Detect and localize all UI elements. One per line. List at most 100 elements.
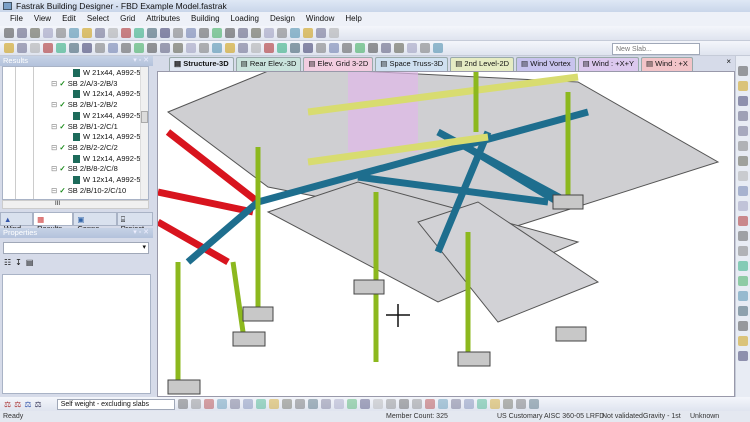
toolbar-button-icon[interactable] [4,28,14,38]
tree-section-node[interactable]: W 12x14, A992-50 [73,132,145,142]
property-pages-icon[interactable]: ▤ [26,258,34,267]
load-icon[interactable]: ⚖ [35,400,42,409]
toolbar-button-icon[interactable] [121,28,131,38]
toolbar-button-icon[interactable] [342,43,352,53]
bottom-toolbar-icon[interactable] [320,399,331,409]
right-toolbar-icon[interactable] [738,96,748,106]
toolbar-button-icon[interactable] [17,43,27,53]
toolbar-button-icon[interactable] [290,43,300,53]
properties-object-select[interactable]: ▾ [3,242,149,254]
tree-beam-node[interactable]: ⊟ ✓ SB 2/B/2-2/C/2 [51,143,118,153]
toolbar-button-icon[interactable] [121,43,131,53]
toolbar-button-icon[interactable] [173,43,183,53]
right-toolbar-icon[interactable] [738,201,748,211]
right-toolbar-icon[interactable] [738,291,748,301]
tab-view-1[interactable]: ▤ Rear Elev.-3D [235,57,302,71]
tab-view-6[interactable]: ▤ Wind : +X+Y [577,57,639,71]
tab-view-5[interactable]: ▤ Wind Vortex [516,57,576,71]
toolbar-button-icon[interactable] [329,43,339,53]
tree-beam-node[interactable]: ⊟ ✓ SB 2/B/10-2/C/10 [51,186,126,196]
bottom-toolbar-icon[interactable] [216,399,227,409]
menu-building[interactable]: Building [191,12,219,26]
toolbar-button-icon[interactable] [82,28,92,38]
toolbar-button-icon[interactable] [30,28,40,38]
alphabetical-icon[interactable]: ↧ [15,258,22,267]
toolbar-button-icon[interactable] [329,28,339,38]
toolbar-button-icon[interactable] [43,43,53,53]
tab-view-4[interactable]: ▤ 2nd Level-2D [450,57,515,71]
tree-section-node[interactable]: W 12x14, A992-50 [73,175,145,185]
toolbar-button-icon[interactable] [108,28,118,38]
bottom-toolbar-icon[interactable] [255,399,266,409]
bottom-toolbar-icon[interactable] [268,399,279,409]
collapse-icon[interactable]: ⊟ [51,122,57,131]
bottom-toolbar-icon[interactable] [424,399,435,409]
scroll-thumb[interactable]: III [55,201,60,207]
tab-wind[interactable]: ▲ Wind [0,212,34,233]
toolbar-button-icon[interactable] [251,43,261,53]
tab-project[interactable]: ⌸ Project [116,212,153,233]
toolbar-button-icon[interactable] [238,28,248,38]
toolbar-button-icon[interactable] [238,43,248,53]
menu-edit[interactable]: Edit [62,12,76,26]
bottom-toolbar-icon[interactable] [190,399,201,409]
bottom-toolbar-icon[interactable] [333,399,344,409]
toolbar-button-icon[interactable] [160,28,170,38]
toolbar-button-icon[interactable] [82,43,92,53]
collapse-icon[interactable]: ⊟ [51,164,57,173]
panel-controls[interactable]: ▾ ▫ ✕ [133,228,149,238]
toolbar-button-icon[interactable] [160,43,170,53]
toolbar-button-icon[interactable] [134,28,144,38]
3d-viewport[interactable] [157,71,735,397]
toolbar-button-icon[interactable] [212,43,222,53]
toolbar-button-icon[interactable] [316,28,326,38]
right-toolbar-icon[interactable] [738,111,748,121]
toolbar-button-icon[interactable] [95,28,105,38]
menu-grid[interactable]: Grid [120,12,135,26]
bottom-toolbar-icon[interactable] [437,399,448,409]
bottom-toolbar-icon[interactable] [346,399,357,409]
bottom-toolbar-icon[interactable] [476,399,487,409]
toolbar-button-icon[interactable] [69,43,79,53]
new-slab-dropdown[interactable]: New Slab... [612,43,700,55]
right-toolbar-icon[interactable] [738,336,748,346]
toolbar-button-icon[interactable] [186,43,196,53]
toolbar-button-icon[interactable] [56,43,66,53]
right-toolbar-icon[interactable] [738,216,748,226]
right-toolbar-icon[interactable] [738,186,748,196]
bottom-toolbar-icon[interactable] [242,399,253,409]
toolbar-button-icon[interactable] [108,43,118,53]
toolbar-button-icon[interactable] [251,28,261,38]
toolbar-button-icon[interactable] [17,28,27,38]
tree-horizontal-scrollbar[interactable]: III [2,200,149,209]
tab-view-0[interactable]: ▤ Structure-3D [169,57,234,71]
toolbar-button-icon[interactable] [394,43,404,53]
toolbar-button-icon[interactable] [30,43,40,53]
collapse-icon[interactable]: ⊟ [51,186,57,195]
toolbar-button-icon[interactable] [264,43,274,53]
toolbar-button-icon[interactable] [277,28,287,38]
tree-section-node[interactable]: W 21x44, A992-50 [73,111,145,121]
tree-section-node[interactable]: W 21x44, A992-50 [73,68,145,78]
toolbar-button-icon[interactable] [147,28,157,38]
toolbar-button-icon[interactable] [433,43,443,53]
bottom-toolbar-icon[interactable] [450,399,461,409]
bottom-toolbar-icon[interactable] [411,399,422,409]
tab-connections[interactable]: ▣ Conne... [73,212,117,233]
toolbar-button-icon[interactable] [186,28,196,38]
right-toolbar-icon[interactable] [738,351,748,361]
bottom-toolbar-icon[interactable] [359,399,370,409]
load-icon[interactable]: ⚖ [14,400,21,409]
right-toolbar-icon[interactable] [738,246,748,256]
toolbar-button-icon[interactable] [212,28,222,38]
toolbar-button-icon[interactable] [316,43,326,53]
right-toolbar-icon[interactable] [738,81,748,91]
toolbar-button-icon[interactable] [277,43,287,53]
menu-view[interactable]: View [34,12,51,26]
collapse-icon[interactable]: ⊟ [51,79,57,88]
toolbar-button-icon[interactable] [303,28,313,38]
toolbar-button-icon[interactable] [147,43,157,53]
toolbar-button-icon[interactable] [199,28,209,38]
categorized-icon[interactable]: ☷ [4,258,11,267]
right-toolbar-icon[interactable] [738,141,748,151]
